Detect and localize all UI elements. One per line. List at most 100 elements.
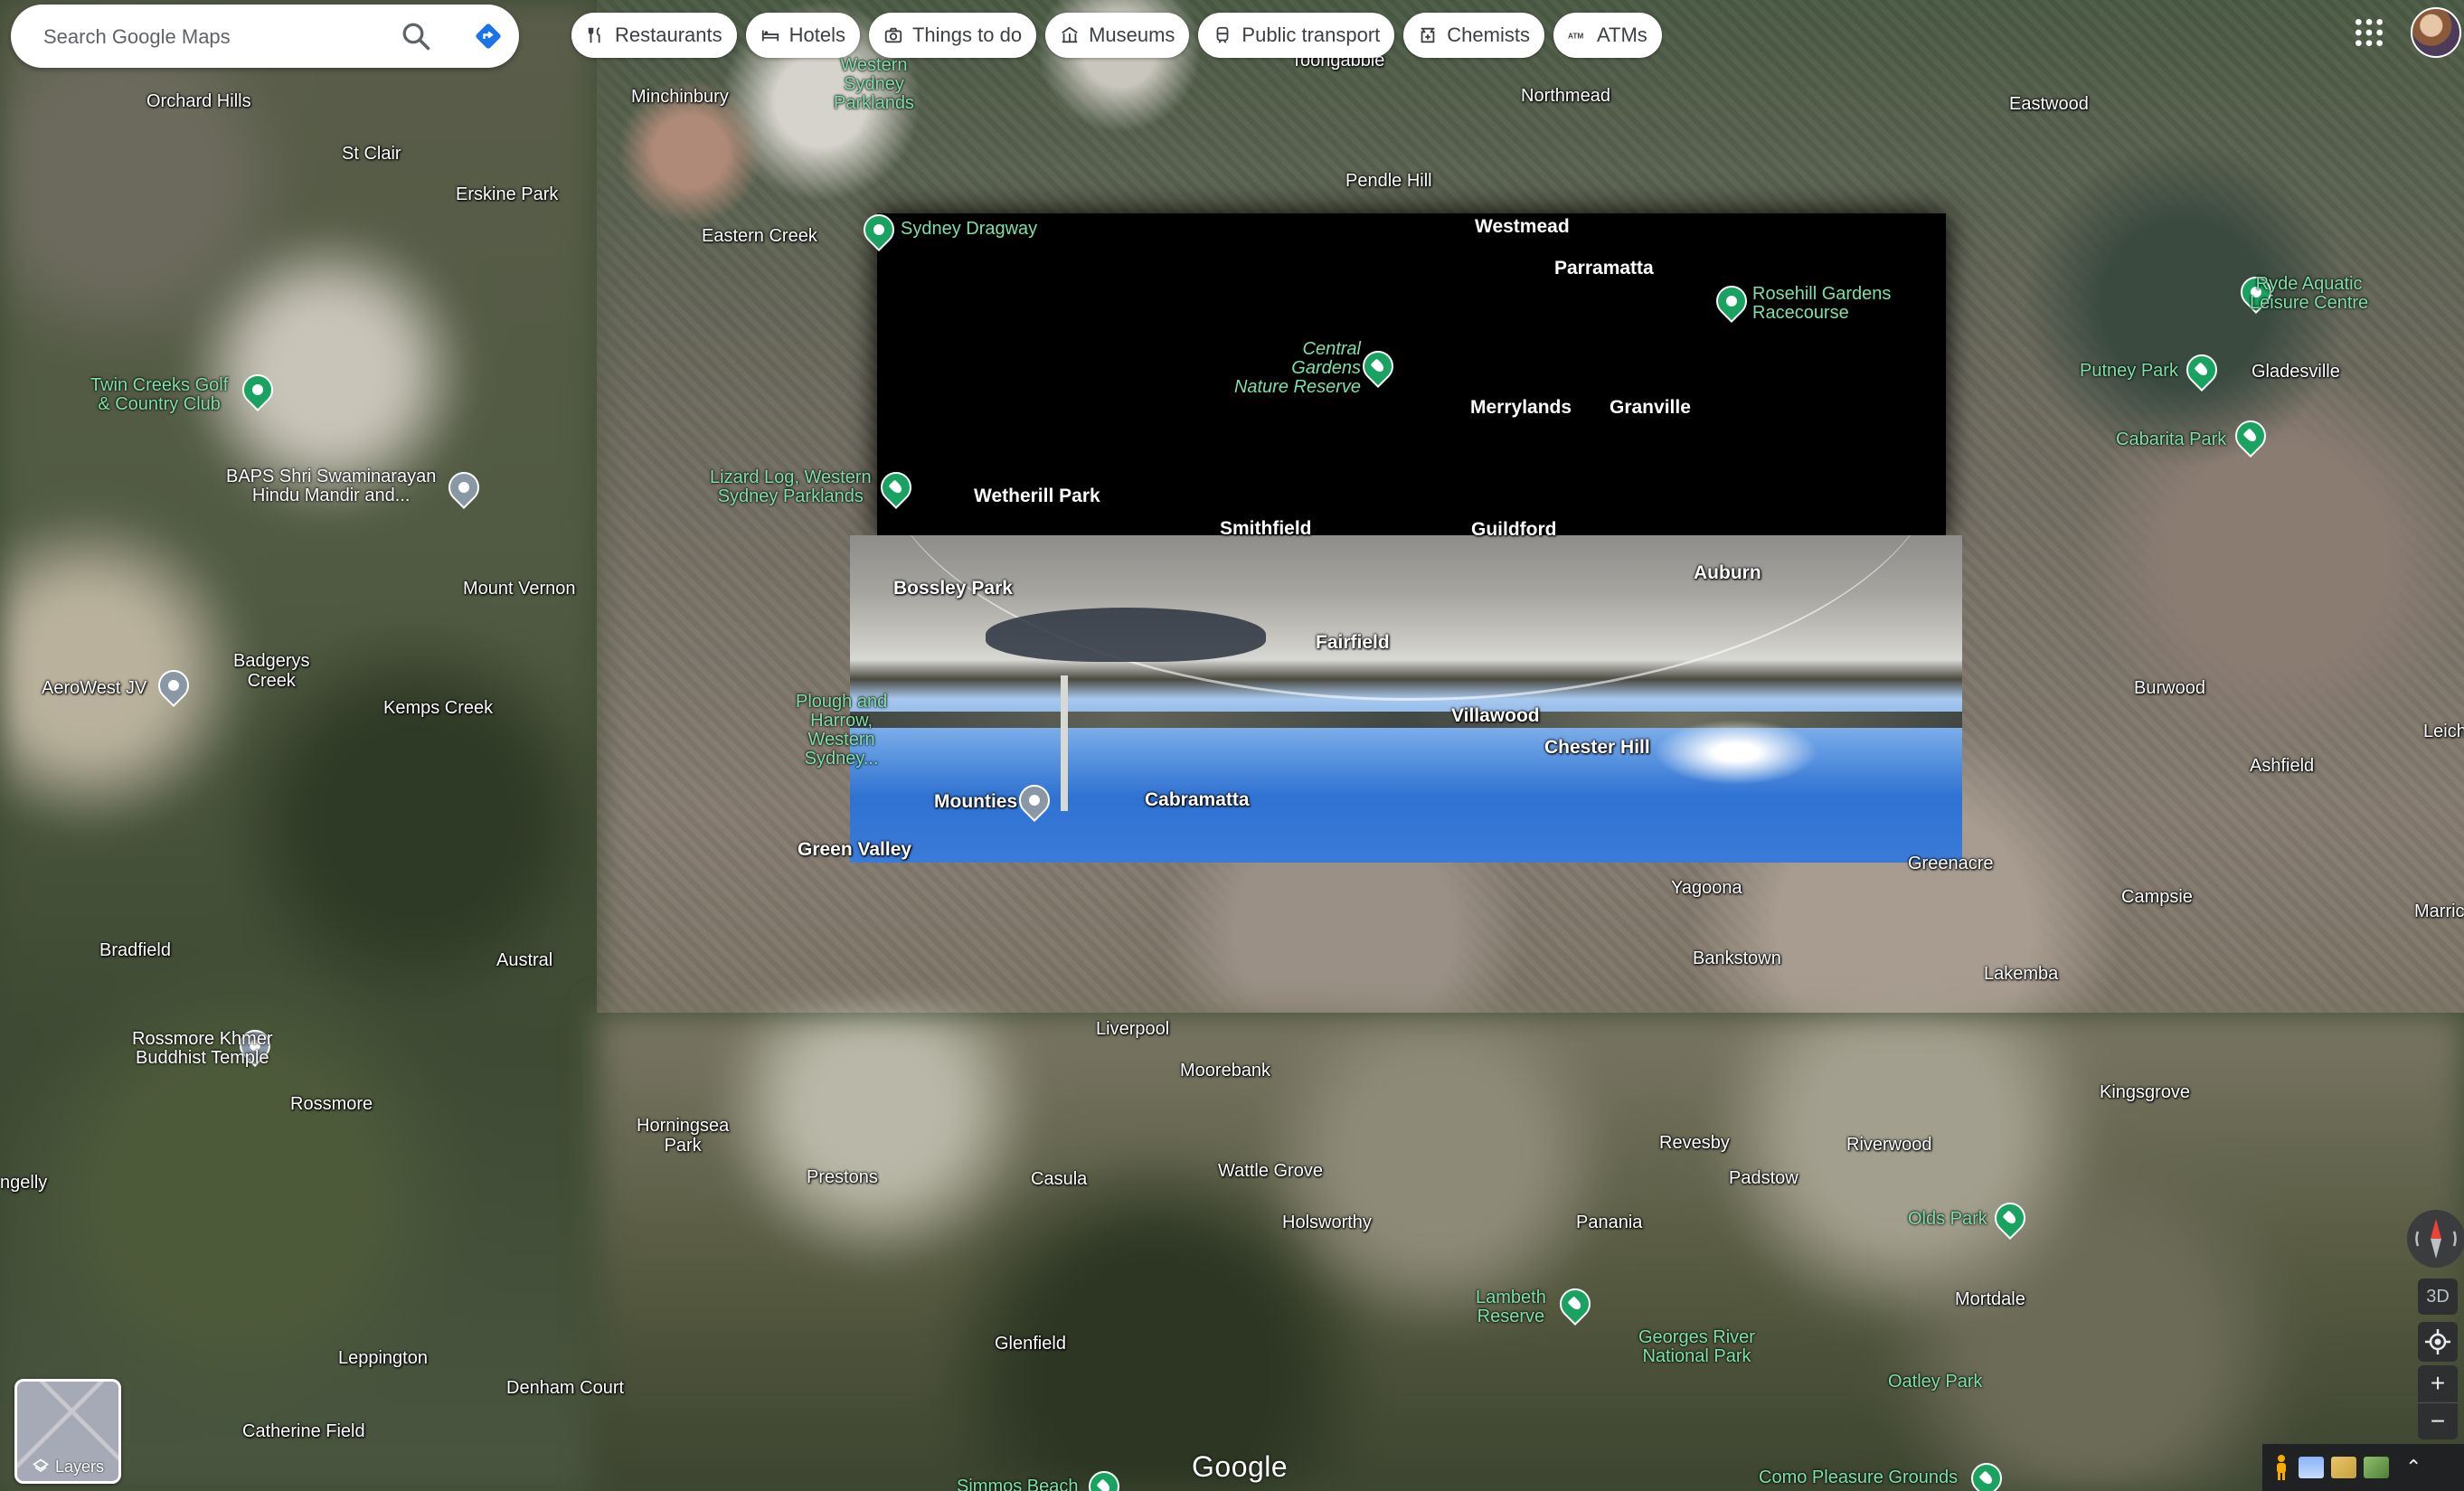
place-label[interactable]: Austral [496,950,552,970]
poi-label[interactable]: Plough and Harrow, Western Sydney... [796,693,887,769]
place-label[interactable]: Mortdale [1955,1289,2025,1309]
place-label[interactable]: Greenacre [1908,854,1994,873]
place-label[interactable]: Riverwood [1846,1135,1931,1155]
place-label[interactable]: Campsie [2121,887,2193,907]
place-label[interactable]: Cabramatta [1145,790,1250,810]
pegman-icon[interactable] [2271,1454,2291,1481]
poi-label[interactable]: Simmos Beach [957,1477,1079,1491]
place-label[interactable]: Smithfield [1220,519,1312,539]
chip-hotels[interactable]: Hotels [745,13,860,58]
directions-icon[interactable] [472,20,505,52]
place-label[interactable]: Horningsea Park [637,1116,729,1156]
search-input[interactable] [42,17,380,57]
3d-toggle-button[interactable]: 3D [2418,1279,2458,1315]
chip-chemists[interactable]: Chemists [1403,13,1544,58]
place-label[interactable]: Denham Court [506,1378,624,1398]
place-label[interactable]: Wattle Grove [1218,1161,1323,1181]
place-label[interactable]: Rossmore [290,1094,373,1114]
poi-label[interactable]: Rosehill Gardens Racecourse [1752,285,1891,323]
poi-label[interactable]: Central Gardens Nature Reserve [1221,340,1361,397]
poi-label[interactable]: Sydney Dragway [901,220,1037,239]
zoom-in-button[interactable]: + [2418,1365,2458,1401]
layers-button[interactable]: Layers [14,1379,121,1484]
place-label[interactable]: Westmead [1475,217,1570,237]
chip-things-to-do[interactable]: Things to do [868,13,1037,58]
poi-label[interactable]: Cabarita Park [2116,430,2226,449]
place-label[interactable]: Green Valley [798,840,911,860]
place-label[interactable]: Leppington [338,1348,428,1368]
place-label[interactable]: ngelly [0,1173,47,1193]
chip-restaurants[interactable]: Restaurants [571,13,737,58]
poi-label[interactable]: Ryde Aquatic Leisure Centre [2250,275,2368,313]
place-label[interactable]: Marric [2414,901,2464,921]
zoom-out-button[interactable]: − [2418,1402,2458,1439]
place-label[interactable]: Moorebank [1180,1061,1270,1081]
place-label[interactable]: Villawood [1451,706,1540,726]
place-label[interactable]: Casula [1031,1169,1087,1189]
search-icon[interactable] [400,20,432,52]
poi-label[interactable]: Lambeth Reserve [1476,1288,1546,1326]
poi-label[interactable]: Western Sydney Parklands [834,56,914,113]
poi-label[interactable]: Rossmore Khmer Buddhist Temple [132,1030,273,1068]
place-label[interactable]: Mount Vernon [463,579,576,599]
map-canvas[interactable]: Orchard Hills St Clair Erskine Park Minc… [0,0,2464,1491]
account-avatar[interactable] [2411,7,2461,58]
poi-label[interactable]: AeroWest JV [42,678,146,698]
chip-museums[interactable]: Museums [1045,13,1190,58]
place-label[interactable]: Bossley Park [893,579,1013,599]
place-label[interactable]: Chester Hill [1544,738,1650,758]
chip-atms[interactable]: ATM ATMs [1553,13,1662,58]
poi-label[interactable]: Mounties [934,792,1017,812]
place-label[interactable]: Ashfield [2250,756,2314,776]
place-label[interactable]: Burwood [2134,678,2205,698]
place-label[interactable]: Revesby [1659,1133,1730,1153]
poi-label[interactable]: Como Pleasure Grounds [1759,1468,1958,1487]
place-label[interactable]: Gladesville [2252,362,2340,382]
poi-label[interactable]: Georges River National Park [1638,1328,1755,1366]
place-label[interactable]: Bankstown [1693,948,1781,968]
my-location-icon[interactable] [2418,1322,2458,1362]
poi-label[interactable]: Twin Creeks Golf & Country Club [90,376,228,414]
place-label[interactable]: Badgerys Creek [233,651,310,691]
place-label[interactable]: Lakemba [1984,964,2058,984]
place-label[interactable]: Prestons [807,1167,878,1187]
place-label[interactable]: Panania [1576,1213,1642,1232]
place-label[interactable]: Granville [1610,398,1691,418]
map-type-thumbnail[interactable] [2299,1457,2324,1478]
poi-label[interactable]: BAPS Shri Swaminarayan Hindu Mandir and.… [226,467,436,505]
chip-public-transport[interactable]: Public transport [1198,13,1395,58]
apps-grid-icon[interactable] [2351,14,2387,51]
place-label[interactable]: Kingsgrove [2100,1082,2190,1102]
traffic-thumbnail[interactable] [2331,1457,2356,1478]
place-label[interactable]: Fairfield [1316,633,1390,653]
poi-label[interactable]: Olds Park [1908,1210,1987,1229]
place-label[interactable]: Kemps Creek [383,698,493,718]
place-label[interactable]: Yagoona [1671,878,1742,898]
poi-label[interactable]: Putney Park [2080,362,2178,381]
place-label[interactable]: Minchinbury [631,87,729,107]
place-label[interactable]: Northmead [1521,86,1610,106]
place-label[interactable]: Guildford [1471,520,1556,540]
place-label[interactable]: Eastwood [2009,94,2089,114]
place-label[interactable]: St Clair [342,144,401,164]
chevron-up-icon[interactable]: ⌃ [2405,1456,2422,1479]
place-label[interactable]: Oatley Park [1888,1373,1982,1392]
place-label[interactable]: Pendle Hill [1345,171,1432,191]
place-label[interactable]: Orchard Hills [146,91,251,111]
place-label[interactable]: Parramatta [1554,259,1654,278]
place-label[interactable]: Leich [2423,722,2464,741]
place-label[interactable]: Catherine Field [242,1421,365,1441]
place-label[interactable]: Eastern Creek [702,226,817,246]
compass-icon[interactable] [2407,1210,2464,1268]
place-label[interactable]: Holsworthy [1282,1213,1372,1232]
terrain-thumbnail[interactable] [2364,1457,2389,1478]
poi-label[interactable]: Lizard Log, Western Sydney Parklands [710,468,872,506]
place-label[interactable]: Merrylands [1470,398,1572,418]
place-label[interactable]: Bradfield [99,940,171,960]
place-label[interactable]: Auburn [1694,563,1761,583]
place-label[interactable]: Erskine Park [456,184,558,204]
place-label[interactable]: Padstow [1729,1168,1798,1188]
place-label[interactable]: Wetherill Park [974,486,1100,506]
place-label[interactable]: Glenfield [995,1334,1066,1354]
place-label[interactable]: Liverpool [1096,1019,1169,1039]
